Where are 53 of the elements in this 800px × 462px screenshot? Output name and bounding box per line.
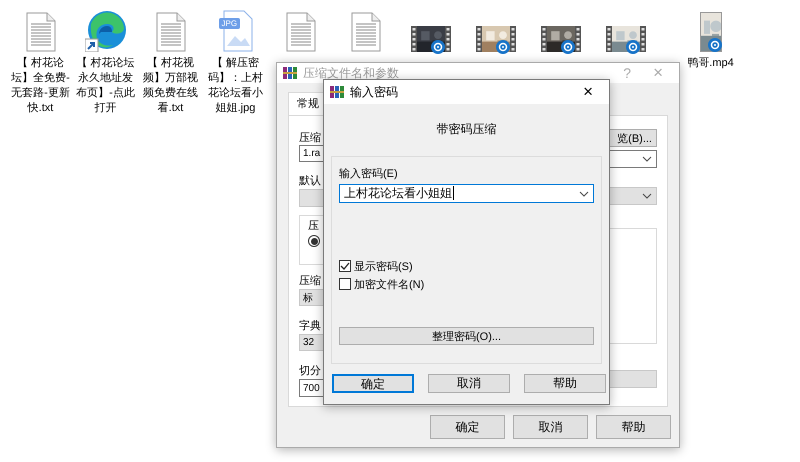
checkbox-option[interactable]: 显示密码(S) — [339, 257, 594, 275]
password-label: 输入密码(E) — [339, 166, 399, 181]
media-player-badge-icon — [430, 40, 444, 54]
password-field[interactable]: 上村花论坛看小姐姐 — [339, 184, 594, 203]
dialog-button[interactable]: 取消 — [428, 374, 510, 393]
group-label: 压 — [308, 218, 319, 232]
film-strip-icon[interactable] — [606, 26, 612, 52]
film-strip-icon[interactable] — [410, 26, 416, 52]
archiver-icon — [330, 85, 344, 99]
close-button[interactable]: × — [575, 82, 601, 102]
dialog-button[interactable]: 取消 — [513, 415, 588, 439]
media-player-badge-icon — [708, 38, 722, 52]
archiver-icon — [283, 66, 297, 80]
text-file-icon[interactable] — [350, 12, 380, 52]
organize-passwords-button[interactable]: 整理密码(O)... — [339, 327, 594, 345]
option-label: 加密文件名(N) — [354, 278, 424, 292]
text-file-icon[interactable] — [26, 12, 56, 52]
file-name[interactable]: 【 村花视频】万部视频免费在线看.txt — [140, 56, 202, 116]
browser-shortcut-icon[interactable] — [84, 10, 126, 52]
checkbox-option[interactable]: 加密文件名(N) — [339, 275, 594, 293]
media-player-badge-icon — [496, 40, 510, 54]
field-label: 字典 — [299, 318, 321, 334]
disabled-field — [609, 370, 657, 388]
file-name[interactable]: 【 村花论坛永久地址发布页】-点此打开 — [74, 56, 136, 116]
dialog-button[interactable]: 帮助 — [524, 374, 606, 393]
dropdown-field[interactable] — [609, 187, 657, 205]
file-type-badge: JPG — [218, 18, 240, 29]
window-title: 输入密码 — [350, 84, 399, 100]
dialog-heading: 带密码压缩 — [436, 121, 496, 138]
file-name[interactable]: 【 解压密码】：上村花论坛看小姐姐.jpg — [204, 56, 266, 116]
film-strip-icon[interactable] — [476, 26, 482, 52]
dialog-button[interactable]: 确定 — [430, 415, 505, 439]
dialog-button[interactable]: 确定 — [332, 374, 414, 393]
media-player-badge-icon — [626, 40, 640, 54]
window-title: 压缩文件名和参数 — [303, 64, 400, 82]
field-label: 切分 — [299, 364, 321, 378]
file-name[interactable]: 鸭哥.mp4 — [687, 56, 734, 71]
check-icon — [340, 262, 350, 270]
media-player-badge-icon — [560, 40, 574, 54]
text-file-icon[interactable] — [286, 12, 316, 52]
browse-button[interactable]: 览(B)... — [609, 129, 657, 147]
text-file-icon[interactable] — [156, 12, 186, 52]
dialog-button[interactable]: 帮助 — [596, 415, 671, 439]
film-strip-icon[interactable] — [540, 26, 546, 52]
field-label: 压缩 — [299, 130, 321, 145]
option-label: 显示密码(S) — [354, 260, 413, 274]
dropdown-field[interactable] — [609, 150, 657, 168]
file-name[interactable]: 【 村花论坛】全免费-无套路-更新快.txt — [10, 56, 72, 116]
checkbox[interactable] — [339, 260, 351, 272]
field-label: 默认 — [299, 174, 321, 189]
field-label: 压缩 — [299, 274, 321, 288]
checkbox[interactable] — [339, 278, 351, 290]
radio-button[interactable] — [308, 235, 320, 247]
